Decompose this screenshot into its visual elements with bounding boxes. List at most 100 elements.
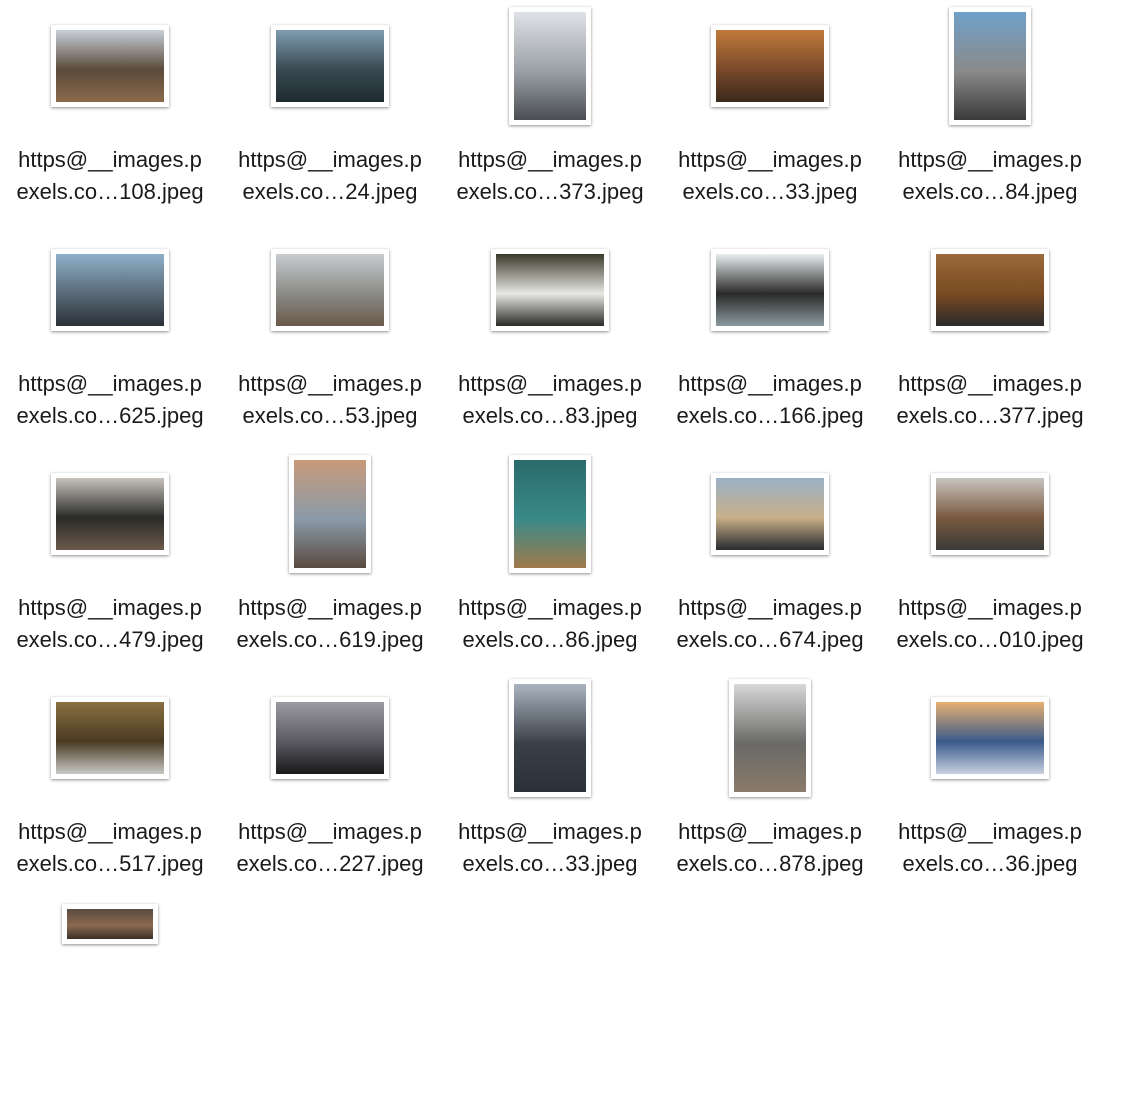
file-name-line-1: https@__images.p [18, 595, 202, 620]
image-thumbnail[interactable] [271, 25, 389, 107]
file-name-label: https@__images.p exels.co…373.jpeg [440, 144, 660, 208]
file-name-label: https@__images.p exels.co…24.jpeg [220, 144, 440, 208]
file-name-label: https@__images.p exels.co…674.jpeg [660, 592, 880, 656]
file-name-line-2: exels.co…24.jpeg [242, 179, 418, 204]
image-thumbnail[interactable] [711, 473, 829, 555]
file-name-label: https@__images.p exels.co…377.jpeg [880, 368, 1100, 432]
file-name-label: https@__images.p exels.co…010.jpeg [880, 592, 1100, 656]
file-thumbnail-area [880, 672, 1100, 804]
file-name-line-1: https@__images.p [18, 819, 202, 844]
file-name-line-2: exels.co…373.jpeg [456, 179, 644, 204]
file-name-line-2: exels.co…53.jpeg [242, 403, 418, 428]
image-thumbnail[interactable] [711, 249, 829, 331]
image-thumbnail[interactable] [711, 25, 829, 107]
file-name-label: https@__images.p exels.co…108.jpeg [0, 144, 220, 208]
image-thumbnail[interactable] [509, 7, 591, 125]
file-name-line-1: https@__images.p [898, 595, 1082, 620]
image-thumbnail[interactable] [289, 455, 371, 573]
file-thumbnail-area [220, 672, 440, 804]
file-thumbnail-area [220, 224, 440, 356]
file-name-label: https@__images.p exels.co…517.jpeg [0, 816, 220, 880]
image-thumbnail[interactable] [509, 679, 591, 797]
file-thumbnail-area [0, 224, 220, 356]
file-name-line-2: exels.co…108.jpeg [16, 179, 204, 204]
file-name-line-2: exels.co…377.jpeg [896, 403, 1084, 428]
file-name-label: https@__images.p exels.co…227.jpeg [220, 816, 440, 880]
file-thumbnail-area [0, 0, 220, 132]
file-item[interactable]: https@__images.p exels.co…878.jpeg [660, 672, 880, 896]
file-item[interactable]: https@__images.p exels.co…36.jpeg [880, 672, 1100, 896]
image-thumbnail[interactable] [51, 697, 169, 779]
file-name-label: https@__images.p exels.co…36.jpeg [880, 816, 1100, 880]
image-thumbnail[interactable] [271, 249, 389, 331]
image-thumbnail[interactable] [931, 473, 1049, 555]
image-thumbnail[interactable] [949, 7, 1031, 125]
file-item[interactable]: https@__images.p exels.co…108.jpeg [0, 0, 220, 224]
file-item[interactable]: https@__images.p exels.co…24.jpeg [220, 0, 440, 224]
file-name-line-2: exels.co…33.jpeg [682, 179, 858, 204]
file-name-line-2: exels.co…86.jpeg [462, 627, 638, 652]
file-item[interactable]: https@__images.p exels.co…619.jpeg [220, 448, 440, 672]
file-name-line-1: https@__images.p [238, 819, 422, 844]
file-name-label: https@__images.p exels.co…84.jpeg [880, 144, 1100, 208]
file-item[interactable]: https@__images.p exels.co…227.jpeg [220, 672, 440, 896]
file-item[interactable]: https@__images.p exels.co…83.jpeg [440, 224, 660, 448]
file-name-label: https@__images.p exels.co…619.jpeg [220, 592, 440, 656]
file-item[interactable]: https@__images.p exels.co…674.jpeg [660, 448, 880, 672]
file-thumbnail-area [440, 224, 660, 356]
image-thumbnail[interactable] [491, 249, 609, 331]
file-name-label: https@__images.p exels.co…33.jpeg [440, 816, 660, 880]
image-thumbnail[interactable] [271, 697, 389, 779]
file-name-line-2: exels.co…517.jpeg [16, 851, 204, 876]
file-name-line-1: https@__images.p [458, 371, 642, 396]
file-item[interactable]: https@__images.p exels.co…86.jpeg [440, 448, 660, 672]
file-name-line-1: https@__images.p [458, 595, 642, 620]
file-item[interactable]: https@__images.p exels.co…33.jpeg [440, 672, 660, 896]
file-thumbnail-area [440, 0, 660, 132]
file-thumbnail-area [220, 0, 440, 132]
file-name-line-1: https@__images.p [238, 147, 422, 172]
image-thumbnail[interactable] [51, 25, 169, 107]
image-thumbnail[interactable] [51, 249, 169, 331]
file-item[interactable]: https@__images.p exels.co…479.jpeg [0, 448, 220, 672]
file-name-line-2: exels.co…33.jpeg [462, 851, 638, 876]
file-thumbnail-area [660, 0, 880, 132]
file-item[interactable]: https@__images.p exels.co…517.jpeg [0, 672, 220, 896]
file-item[interactable]: https@__images.p exels.co…84.jpeg [880, 0, 1100, 224]
file-item[interactable]: https@__images.p exels.co…33.jpeg [660, 0, 880, 224]
image-thumbnail[interactable] [62, 904, 158, 944]
image-thumbnail[interactable] [509, 455, 591, 573]
file-grid: https@__images.p exels.co…108.jpeg https@_… [0, 0, 1136, 944]
file-name-line-1: https@__images.p [458, 819, 642, 844]
file-item[interactable]: https@__images.p exels.co…373.jpeg [440, 0, 660, 224]
file-item[interactable]: https@__images.p exels.co…010.jpeg [880, 448, 1100, 672]
file-item[interactable]: https@__images.p exels.co…625.jpeg [0, 224, 220, 448]
file-name-label: https@__images.p exels.co…479.jpeg [0, 592, 220, 656]
file-name-line-2: exels.co…878.jpeg [676, 851, 864, 876]
file-name-label: https@__images.p exels.co…83.jpeg [440, 368, 660, 432]
file-item[interactable]: https@__images.p exels.co…377.jpeg [880, 224, 1100, 448]
file-name-line-1: https@__images.p [678, 147, 862, 172]
file-name-line-1: https@__images.p [678, 819, 862, 844]
image-thumbnail[interactable] [931, 697, 1049, 779]
file-thumbnail-area [880, 0, 1100, 132]
file-item[interactable]: https@__images.p exels.co…166.jpeg [660, 224, 880, 448]
file-name-line-1: https@__images.p [238, 371, 422, 396]
file-item[interactable] [0, 896, 220, 1120]
file-name-line-1: https@__images.p [238, 595, 422, 620]
image-thumbnail[interactable] [729, 679, 811, 797]
file-name-line-1: https@__images.p [18, 371, 202, 396]
file-name-line-1: https@__images.p [898, 819, 1082, 844]
file-name-line-1: https@__images.p [898, 147, 1082, 172]
file-thumbnail-area [660, 448, 880, 580]
file-name-line-2: exels.co…625.jpeg [16, 403, 204, 428]
image-thumbnail[interactable] [931, 249, 1049, 331]
file-item[interactable]: https@__images.p exels.co…53.jpeg [220, 224, 440, 448]
file-name-label: https@__images.p exels.co…33.jpeg [660, 144, 880, 208]
file-name-line-2: exels.co…674.jpeg [676, 627, 864, 652]
image-thumbnail[interactable] [51, 473, 169, 555]
file-name-line-2: exels.co…010.jpeg [896, 627, 1084, 652]
file-name-line-1: https@__images.p [678, 595, 862, 620]
file-name-line-2: exels.co…479.jpeg [16, 627, 204, 652]
file-name-line-1: https@__images.p [458, 147, 642, 172]
